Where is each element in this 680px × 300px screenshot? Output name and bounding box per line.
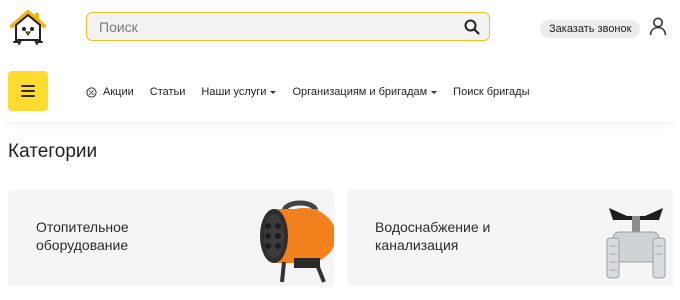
- discount-percent-icon: [86, 86, 97, 98]
- category-card-heating[interactable]: Отопительное оборудование: [8, 190, 334, 286]
- search-icon[interactable]: [463, 18, 481, 36]
- heat-gun-image: [260, 200, 334, 283]
- nav-item-label: Акции: [103, 86, 134, 98]
- caret-down-icon: [270, 91, 277, 94]
- ball-valve-image: [606, 208, 666, 279]
- nav-item-label: Поиск бригады: [453, 86, 530, 98]
- nav-item-promotions[interactable]: Акции: [86, 86, 134, 98]
- top-bar: Заказать звонок: [0, 0, 680, 56]
- main-nav: Акции Статьи Наши услуги Организациям и …: [86, 84, 545, 100]
- nav-item-organizations[interactable]: Организациям и бригадам: [292, 86, 438, 98]
- caret-down-icon: [431, 91, 438, 94]
- house-bird-logo-icon[interactable]: [8, 8, 48, 46]
- categories-title: Категории: [8, 141, 98, 162]
- nav-item-label: Наши услуги: [201, 86, 267, 98]
- navigation-bar: Акции Статьи Наши услуги Организациям и …: [0, 60, 680, 122]
- hamburger-menu-icon[interactable]: [8, 71, 48, 111]
- nav-item-label: Статьи: [149, 86, 186, 98]
- nav-item-label: Организациям и бригадам: [292, 86, 428, 98]
- category-card-water-supply[interactable]: Водоснабжение и канализация: [347, 190, 673, 286]
- user-icon[interactable]: [648, 16, 668, 36]
- search-box: [86, 12, 490, 41]
- request-call-button[interactable]: Заказать звонок: [540, 20, 641, 38]
- category-label: Водоснабжение и канализация: [375, 219, 491, 253]
- category-label: Отопительное оборудование: [36, 219, 129, 253]
- nav-item-find-team[interactable]: Поиск бригады: [453, 86, 529, 98]
- search-input[interactable]: [87, 13, 457, 40]
- nav-item-articles[interactable]: Статьи: [150, 86, 186, 98]
- nav-item-services[interactable]: Наши услуги: [201, 86, 277, 98]
